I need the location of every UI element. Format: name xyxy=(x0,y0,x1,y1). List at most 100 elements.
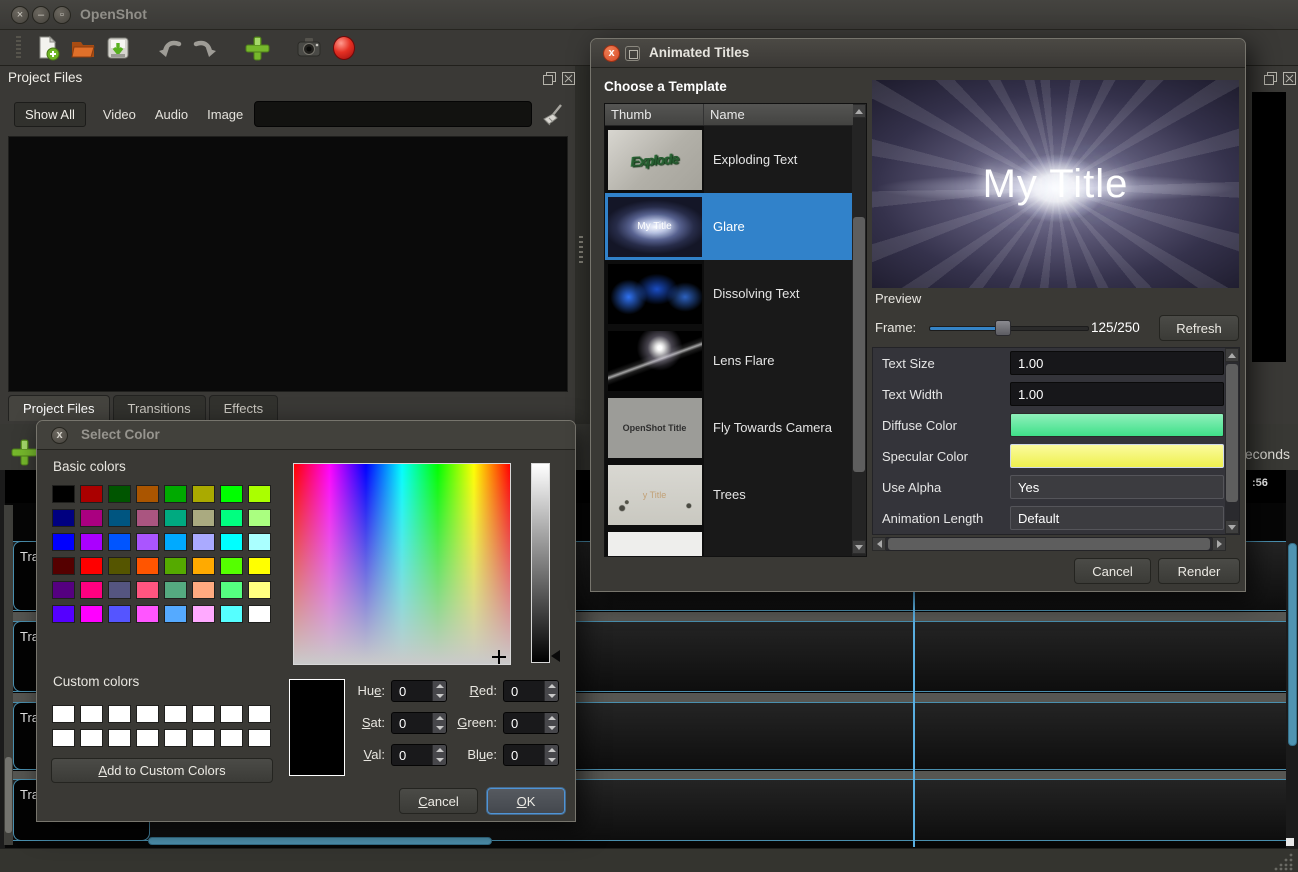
cancel-button[interactable]: Cancel xyxy=(399,788,478,814)
property-value-input[interactable]: 1.00 xyxy=(1010,351,1224,375)
basic-color-swatch[interactable] xyxy=(193,486,214,502)
basic-color-swatch[interactable] xyxy=(249,534,270,550)
basic-color-swatch[interactable] xyxy=(193,510,214,526)
filter-button-video[interactable]: Video xyxy=(101,103,138,126)
spin-down-arrow[interactable] xyxy=(548,694,556,698)
basic-color-swatch[interactable] xyxy=(53,606,74,622)
template-row-lensflare[interactable]: Lens Flare xyxy=(605,327,853,394)
column-header-name[interactable]: Name xyxy=(704,104,745,125)
property-value-color[interactable] xyxy=(1010,413,1224,437)
new-project-button[interactable] xyxy=(34,34,62,62)
tab-transitions[interactable]: Transitions xyxy=(113,395,206,421)
project-files-list[interactable] xyxy=(8,136,568,392)
basic-color-swatch[interactable] xyxy=(53,486,74,502)
basic-color-swatch[interactable] xyxy=(109,510,130,526)
basic-color-swatch[interactable] xyxy=(165,606,186,622)
scroll-down-arrow[interactable] xyxy=(1225,520,1239,534)
scrollbar-handle[interactable] xyxy=(5,757,12,833)
filter-button-audio[interactable]: Audio xyxy=(153,103,190,126)
custom-color-swatch[interactable] xyxy=(109,706,130,722)
value-bar[interactable] xyxy=(531,463,550,663)
tab-project-files[interactable]: Project Files xyxy=(8,395,110,421)
close-panel-icon[interactable] xyxy=(1283,72,1296,85)
add-to-custom-colors-button[interactable]: Add to Custom Colors xyxy=(51,758,273,783)
field-spinbox[interactable]: 0 xyxy=(503,712,559,734)
properties-horizontal-scrollbar[interactable] xyxy=(872,537,1226,551)
basic-color-swatch[interactable] xyxy=(137,486,158,502)
custom-color-swatch[interactable] xyxy=(193,706,214,722)
scroll-left-arrow[interactable] xyxy=(872,537,886,551)
basic-color-swatch[interactable] xyxy=(221,486,242,502)
basic-color-swatch[interactable] xyxy=(109,582,130,598)
basic-color-swatch[interactable] xyxy=(137,558,158,574)
basic-color-swatch[interactable] xyxy=(137,510,158,526)
splitter-handle[interactable] xyxy=(579,236,583,264)
close-panel-icon[interactable] xyxy=(562,72,575,85)
custom-color-swatch[interactable] xyxy=(221,706,242,722)
basic-color-swatch[interactable] xyxy=(221,534,242,550)
template-row-dissolving[interactable]: Dissolving Text xyxy=(605,260,853,327)
basic-color-swatch[interactable] xyxy=(137,534,158,550)
basic-color-swatch[interactable] xyxy=(165,558,186,574)
template-row-glare[interactable]: My TitleGlare xyxy=(605,193,853,260)
scrollbar-handle[interactable] xyxy=(888,538,1210,550)
basic-color-swatch[interactable] xyxy=(81,582,102,598)
basic-color-swatch[interactable] xyxy=(249,558,270,574)
spin-up-arrow[interactable] xyxy=(548,684,556,688)
value-bar-indicator[interactable] xyxy=(551,650,560,662)
custom-color-swatch[interactable] xyxy=(137,706,158,722)
open-project-button[interactable] xyxy=(69,34,97,62)
basic-color-swatch[interactable] xyxy=(109,606,130,622)
basic-color-swatch[interactable] xyxy=(165,582,186,598)
template-row-fly[interactable]: OpenShot TitleFly Towards Camera xyxy=(605,394,853,461)
basic-color-swatch[interactable] xyxy=(53,558,74,574)
panel-splitter[interactable] xyxy=(575,66,590,424)
column-header-thumb[interactable]: Thumb xyxy=(605,104,704,125)
float-panel-icon[interactable] xyxy=(543,72,556,85)
spin-down-arrow[interactable] xyxy=(548,758,556,762)
basic-color-swatch[interactable] xyxy=(81,606,102,622)
basic-color-swatch[interactable] xyxy=(221,606,242,622)
tab-effects[interactable]: Effects xyxy=(209,395,279,421)
basic-color-swatch[interactable] xyxy=(193,558,214,574)
cancel-button[interactable]: Cancel xyxy=(1074,558,1151,584)
color-crosshair[interactable] xyxy=(492,650,506,664)
custom-color-swatch[interactable] xyxy=(81,730,102,746)
basic-color-swatch[interactable] xyxy=(193,582,214,598)
scroll-down-arrow[interactable] xyxy=(852,540,866,554)
basic-color-swatch[interactable] xyxy=(221,558,242,574)
properties-vertical-scrollbar[interactable] xyxy=(1225,348,1239,534)
basic-color-swatch[interactable] xyxy=(109,486,130,502)
toolbar-drag-handle[interactable] xyxy=(16,36,21,60)
scroll-right-arrow[interactable] xyxy=(1212,537,1226,551)
basic-color-swatch[interactable] xyxy=(221,582,242,598)
template-row-wireframe[interactable]: Wireframe Text xyxy=(605,528,853,557)
custom-color-swatch[interactable] xyxy=(137,730,158,746)
add-track-button[interactable] xyxy=(10,438,38,469)
basic-color-swatch[interactable] xyxy=(109,534,130,550)
file-search-input[interactable] xyxy=(254,101,532,127)
resize-grip-icon[interactable] xyxy=(1274,852,1294,871)
custom-color-swatch[interactable] xyxy=(109,730,130,746)
add-button[interactable] xyxy=(243,34,271,62)
basic-color-swatch[interactable] xyxy=(165,510,186,526)
window-close-button[interactable]: × xyxy=(11,6,29,24)
save-project-button[interactable] xyxy=(104,34,132,62)
basic-color-swatch[interactable] xyxy=(81,558,102,574)
window-maximize-button[interactable]: ▫ xyxy=(53,6,71,24)
basic-color-swatch[interactable] xyxy=(81,510,102,526)
custom-color-swatch[interactable] xyxy=(165,730,186,746)
basic-color-swatch[interactable] xyxy=(81,486,102,502)
basic-color-swatch[interactable] xyxy=(137,606,158,622)
timeline-left-scrollbar[interactable] xyxy=(4,505,13,845)
template-row-trees[interactable]: y TitleTrees xyxy=(605,461,853,528)
clear-filter-broom-icon[interactable] xyxy=(541,103,565,127)
record-button[interactable] xyxy=(330,34,358,62)
spin-up-arrow[interactable] xyxy=(548,748,556,752)
property-value-select[interactable]: Default xyxy=(1010,506,1224,530)
dialog-titlebar[interactable]: x Select Color xyxy=(37,421,575,450)
scroll-up-arrow[interactable] xyxy=(852,104,866,118)
basic-color-swatch[interactable] xyxy=(193,534,214,550)
basic-color-swatch[interactable] xyxy=(53,582,74,598)
basic-color-swatch[interactable] xyxy=(193,606,214,622)
